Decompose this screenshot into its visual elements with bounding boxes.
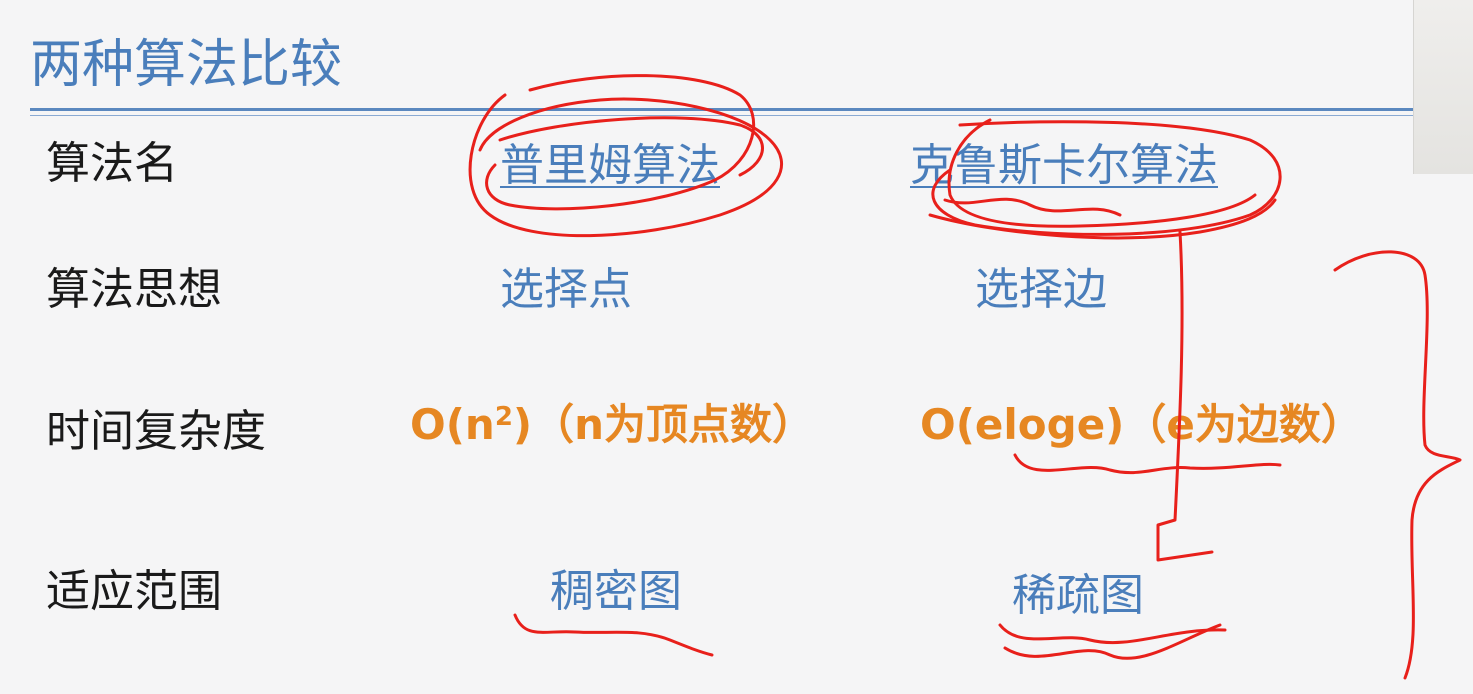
prim-complexity-exponent: 2 (494, 402, 513, 432)
prim-scope-underline (513, 613, 714, 657)
row-label-algorithm-idea: 算法思想 (46, 264, 222, 315)
kruskal-idea: 选择边 (975, 264, 1107, 315)
slide: 两种算法比较 算法名 普里姆算法 克鲁斯卡尔算法 算法思想 选择点 选择边 时间… (0, 0, 1473, 694)
kruskal-scope-underline-1 (998, 623, 1227, 645)
prim-scope: 稠密图 (550, 566, 682, 617)
prim-complexity-note: )（n为顶点数） (512, 400, 815, 449)
row-label-scope: 适应范围 (46, 566, 222, 617)
kruskal-scope-underline-2 (1003, 623, 1222, 660)
kruskal-scope: 稀疏图 (1012, 570, 1144, 621)
prim-idea: 选择点 (500, 264, 632, 315)
title-divider (30, 108, 1413, 111)
prim-complexity: O(n2)（n为顶点数） (410, 397, 814, 453)
kruskal-arrow-line (1156, 230, 1214, 562)
row-label-time-complexity: 时间复杂度 (46, 406, 266, 457)
right-curly-brace (1333, 250, 1462, 680)
kruskal-algorithm-name: 克鲁斯卡尔算法 (910, 140, 1218, 191)
prim-complexity-base: O(n (410, 400, 495, 449)
title-divider-thin (30, 115, 1413, 116)
row-label-algorithm-name: 算法名 (46, 138, 178, 189)
kruskal-scribble (943, 197, 1122, 217)
kruskal-complexity: O(eloge)（e为边数） (920, 400, 1363, 449)
slide-title: 两种算法比较 (30, 35, 343, 95)
presenter-camera-overlay (1413, 0, 1473, 174)
prim-algorithm-name: 普里姆算法 (500, 140, 720, 191)
kruskal-circle-3 (928, 198, 1277, 240)
kruskal-complexity-underline (1013, 453, 1282, 475)
